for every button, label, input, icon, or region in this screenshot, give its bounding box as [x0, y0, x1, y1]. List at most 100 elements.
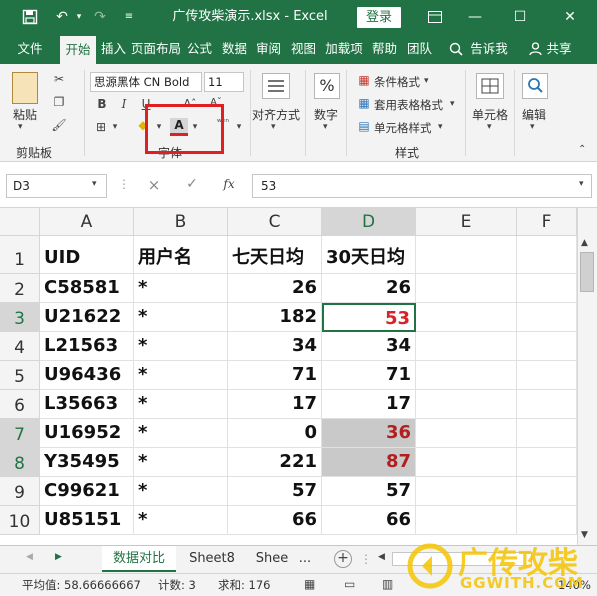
- table-cell[interactable]: 17: [228, 390, 322, 419]
- conditional-format-button[interactable]: 条件格式: [374, 74, 420, 90]
- table-cell[interactable]: C58581: [40, 274, 134, 303]
- table-cell[interactable]: Y35495: [40, 448, 134, 477]
- table-cell[interactable]: 34: [322, 332, 416, 361]
- sheet-tab-more[interactable]: Shee: [250, 546, 294, 572]
- login-button[interactable]: 登录: [357, 7, 401, 28]
- empty-cell[interactable]: [416, 303, 517, 332]
- paste-icon[interactable]: [12, 72, 38, 104]
- empty-cell[interactable]: [517, 419, 577, 448]
- copy-icon[interactable]: ❐: [50, 95, 68, 109]
- minimize-icon[interactable]: —: [465, 0, 485, 34]
- table-cell[interactable]: *: [134, 274, 228, 303]
- empty-cell[interactable]: [517, 274, 577, 303]
- tell-me-box[interactable]: 告诉我: [466, 34, 512, 64]
- table-cell[interactable]: 66: [322, 506, 416, 535]
- row-header[interactable]: 2: [0, 274, 40, 303]
- maximize-icon[interactable]: ☐: [510, 0, 530, 34]
- table-cell[interactable]: U16952: [40, 419, 134, 448]
- phonetic-dropdown-icon[interactable]: ▾: [234, 122, 244, 132]
- alignment-dropdown-icon[interactable]: ▾: [271, 122, 276, 132]
- table-cell[interactable]: U21622: [40, 303, 134, 332]
- alignment-icon[interactable]: [262, 73, 290, 99]
- page-break-view-icon[interactable]: ▥: [382, 577, 393, 591]
- table-cell[interactable]: *: [134, 448, 228, 477]
- table-cell[interactable]: *: [134, 361, 228, 390]
- save-icon[interactable]: [18, 0, 42, 34]
- row-header[interactable]: 6: [0, 390, 40, 419]
- tab-home[interactable]: 开始: [60, 36, 96, 64]
- empty-cell[interactable]: [416, 361, 517, 390]
- tab-view[interactable]: 视图: [287, 34, 320, 64]
- collapse-ribbon-icon[interactable]: ⌃: [578, 144, 586, 155]
- tab-formulas[interactable]: 公式: [183, 34, 216, 64]
- tab-insert[interactable]: 插入: [97, 34, 130, 64]
- tab-page-layout[interactable]: 页面布局: [131, 34, 181, 64]
- table-format-dropdown-icon[interactable]: ▾: [450, 99, 455, 109]
- column-header-d[interactable]: D: [322, 208, 416, 236]
- scroll-up-icon[interactable]: ▲: [581, 238, 588, 248]
- header-cell[interactable]: 30天日均: [322, 236, 416, 274]
- ribbon-display-options-icon[interactable]: [425, 0, 445, 34]
- formula-input[interactable]: 53: [252, 174, 592, 198]
- editing-search-icon[interactable]: [522, 73, 548, 99]
- table-cell[interactable]: 0: [228, 419, 322, 448]
- undo-dropdown-icon[interactable]: ▾: [72, 0, 86, 34]
- sheet-scroll-right-icon[interactable]: ▶: [55, 552, 62, 562]
- number-dropdown-icon[interactable]: ▾: [323, 122, 328, 132]
- table-format-button[interactable]: 套用表格格式: [374, 97, 443, 113]
- more-sheets-button[interactable]: ...: [296, 546, 314, 572]
- font-size-dropdown[interactable]: 11: [204, 72, 244, 92]
- tab-review[interactable]: 审阅: [252, 34, 285, 64]
- empty-cell[interactable]: [416, 274, 517, 303]
- table-cell[interactable]: 26: [322, 274, 416, 303]
- table-cell[interactable]: 34: [228, 332, 322, 361]
- row-header[interactable]: 7: [0, 419, 40, 448]
- empty-cell[interactable]: [416, 448, 517, 477]
- table-cell[interactable]: 221: [228, 448, 322, 477]
- table-cell[interactable]: U85151: [40, 506, 134, 535]
- table-cell[interactable]: L35663: [40, 390, 134, 419]
- sheet-tab-sheet8[interactable]: Sheet8: [182, 546, 242, 572]
- number-format-button[interactable]: 数字: [314, 106, 338, 123]
- conditional-format-dropdown-icon[interactable]: ▾: [424, 76, 429, 86]
- italic-button[interactable]: I: [118, 97, 130, 111]
- column-header-f[interactable]: F: [517, 208, 577, 236]
- format-painter-icon[interactable]: 🖌: [50, 118, 68, 132]
- tab-data[interactable]: 数据: [218, 34, 251, 64]
- insert-function-icon[interactable]: fx: [220, 177, 238, 191]
- paste-button[interactable]: 粘贴: [13, 106, 37, 123]
- empty-cell[interactable]: [416, 506, 517, 535]
- table-cell[interactable]: 182: [228, 303, 322, 332]
- empty-cell[interactable]: [416, 236, 517, 274]
- tab-help[interactable]: 帮助: [368, 34, 401, 64]
- column-header-a[interactable]: A: [40, 208, 134, 236]
- sheet-scroll-left-icon[interactable]: ◀: [26, 552, 33, 562]
- table-cell[interactable]: *: [134, 419, 228, 448]
- bold-button[interactable]: B: [96, 97, 108, 111]
- table-cell[interactable]: 57: [322, 477, 416, 506]
- borders-dropdown-icon[interactable]: ▾: [110, 122, 120, 132]
- vertical-scroll-thumb[interactable]: [580, 252, 594, 292]
- table-cell[interactable]: 71: [322, 361, 416, 390]
- editing-dropdown-icon[interactable]: ▾: [530, 122, 535, 132]
- empty-cell[interactable]: [517, 506, 577, 535]
- row-header[interactable]: 5: [0, 361, 40, 390]
- page-layout-view-icon[interactable]: ▭: [344, 577, 355, 591]
- table-cell[interactable]: *: [134, 303, 228, 332]
- table-cell[interactable]: *: [134, 332, 228, 361]
- worksheet-grid[interactable]: A B C D E F ▲ ▼ 1 UID 用户名 七天日均 30天日均 2 C58581 *…: [0, 208, 597, 545]
- empty-cell[interactable]: [517, 332, 577, 361]
- row-header[interactable]: 10: [0, 506, 40, 535]
- row-header[interactable]: 4: [0, 332, 40, 361]
- table-cell[interactable]: 71: [228, 361, 322, 390]
- percent-icon[interactable]: %: [314, 73, 340, 99]
- cut-icon[interactable]: ✂: [50, 72, 68, 86]
- name-box-dropdown-icon[interactable]: ▾: [92, 179, 97, 189]
- cells-button[interactable]: 单元格: [472, 106, 508, 123]
- row-header[interactable]: 9: [0, 477, 40, 506]
- paste-dropdown-icon[interactable]: ▾: [18, 122, 23, 132]
- empty-cell[interactable]: [517, 303, 577, 332]
- table-cell[interactable]: 26: [228, 274, 322, 303]
- cells-dropdown-icon[interactable]: ▾: [487, 122, 492, 132]
- header-cell[interactable]: 用户名: [134, 236, 228, 274]
